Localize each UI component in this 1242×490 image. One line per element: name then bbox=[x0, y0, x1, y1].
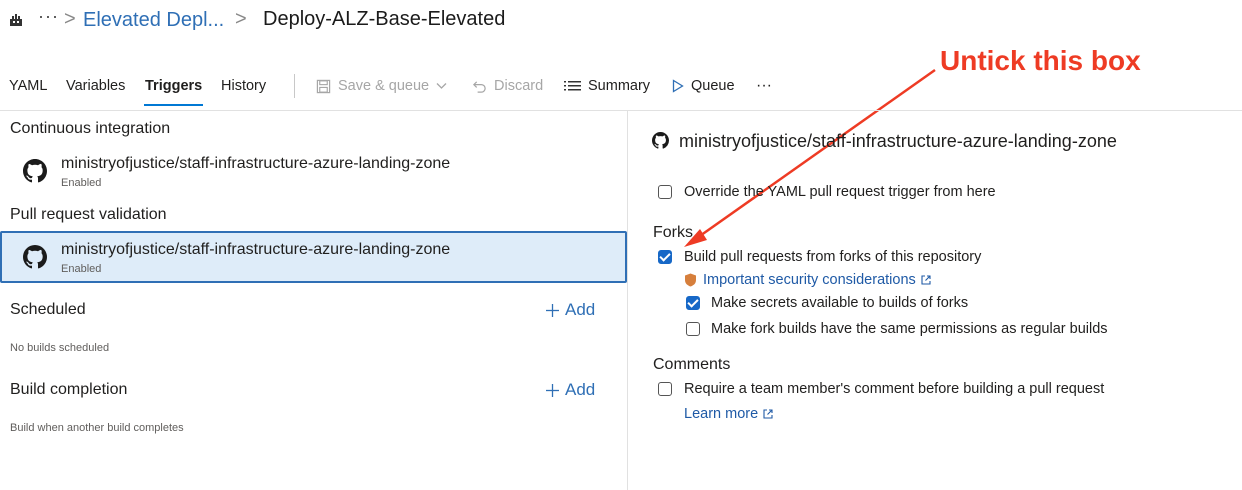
pr-repo-status: Enabled bbox=[61, 263, 102, 275]
page-title: Deploy-ALZ-Base-Elevated bbox=[263, 8, 506, 30]
annotation-text: Untick this box bbox=[940, 45, 1141, 76]
active-tab-indicator bbox=[144, 104, 203, 106]
list-icon bbox=[564, 80, 581, 90]
pr-heading: Pull request validation bbox=[10, 206, 167, 223]
github-icon bbox=[652, 132, 669, 149]
save-queue-label: Save & queue bbox=[338, 78, 430, 94]
chevron-right-icon: > bbox=[64, 8, 76, 30]
build-completion-heading: Build completion bbox=[10, 381, 128, 398]
build-forks-checkbox[interactable] bbox=[658, 250, 672, 264]
permissions-checkbox[interactable] bbox=[686, 322, 700, 336]
external-link-icon bbox=[763, 409, 773, 419]
save-icon bbox=[316, 79, 331, 93]
pr-repo-name: ministryofjustice/staff-infrastructure-a… bbox=[61, 241, 451, 258]
permissions-label[interactable]: Make fork builds have the same permissio… bbox=[711, 321, 1108, 337]
chevron-right-icon: > bbox=[235, 8, 247, 30]
github-icon bbox=[23, 159, 47, 183]
add-build-completion-button[interactable]: Add bbox=[546, 380, 595, 400]
summary-button[interactable]: Summary bbox=[564, 78, 650, 94]
panel-divider bbox=[627, 110, 628, 490]
forks-heading: Forks bbox=[653, 224, 693, 241]
plus-icon bbox=[546, 383, 559, 397]
play-icon bbox=[672, 79, 684, 93]
learn-more-link[interactable]: Learn more bbox=[684, 406, 773, 422]
queue-button[interactable]: Queue bbox=[672, 78, 735, 94]
build-forks-label[interactable]: Build pull requests from forks of this r… bbox=[684, 249, 981, 265]
secrets-label[interactable]: Make secrets available to builds of fork… bbox=[711, 295, 968, 311]
save-queue-button[interactable]: Save & queue bbox=[316, 78, 447, 94]
ci-repo-name: ministryofjustice/staff-infrastructure-a… bbox=[61, 155, 451, 172]
queue-label: Queue bbox=[691, 78, 735, 94]
security-considerations-link[interactable]: Important security considerations bbox=[703, 272, 931, 288]
selected-repo-name: ministryofjustice/staff-infrastructure-a… bbox=[679, 131, 1117, 151]
ci-repo-status: Enabled bbox=[61, 177, 102, 189]
learn-more-label: Learn more bbox=[684, 406, 759, 422]
tab-triggers[interactable]: Triggers bbox=[145, 78, 202, 94]
scheduled-empty-text: No builds scheduled bbox=[10, 342, 110, 354]
build-completion-empty-text: Build when another build completes bbox=[10, 422, 184, 434]
secrets-checkbox[interactable] bbox=[686, 296, 700, 310]
security-considerations-label: Important security considerations bbox=[703, 272, 916, 288]
shield-icon bbox=[685, 273, 696, 287]
override-checkbox[interactable] bbox=[658, 185, 672, 199]
override-label[interactable]: Override the YAML pull request trigger f… bbox=[684, 184, 996, 200]
tab-yaml[interactable]: YAML bbox=[9, 78, 47, 94]
comments-heading: Comments bbox=[653, 356, 731, 373]
summary-label: Summary bbox=[588, 78, 651, 94]
plus-icon bbox=[546, 303, 559, 317]
breadcrumb-more-button[interactable]: ··· bbox=[38, 6, 59, 27]
require-comment-label[interactable]: Require a team member's comment before b… bbox=[684, 381, 1104, 397]
header-divider bbox=[0, 110, 1242, 111]
external-link-icon bbox=[921, 275, 931, 285]
tab-history[interactable]: History bbox=[221, 78, 266, 94]
tab-variables[interactable]: Variables bbox=[66, 78, 125, 94]
breadcrumb-pipeline-group[interactable]: Elevated Depl... bbox=[83, 9, 224, 32]
add-schedule-button[interactable]: Add bbox=[546, 300, 595, 320]
chevron-down-icon bbox=[436, 83, 447, 89]
undo-icon bbox=[473, 80, 486, 93]
add-schedule-label: Add bbox=[565, 300, 596, 319]
discard-label: Discard bbox=[494, 78, 544, 94]
toolbar-divider bbox=[294, 74, 295, 98]
toolbar-more-button[interactable]: ··· bbox=[756, 77, 772, 95]
ci-heading: Continuous integration bbox=[10, 120, 171, 137]
github-icon bbox=[23, 245, 47, 269]
require-comment-checkbox[interactable] bbox=[658, 382, 672, 396]
pipeline-icon bbox=[10, 14, 22, 26]
scheduled-heading: Scheduled bbox=[10, 301, 86, 318]
add-build-completion-label: Add bbox=[565, 380, 596, 399]
discard-button[interactable]: Discard bbox=[472, 78, 543, 94]
